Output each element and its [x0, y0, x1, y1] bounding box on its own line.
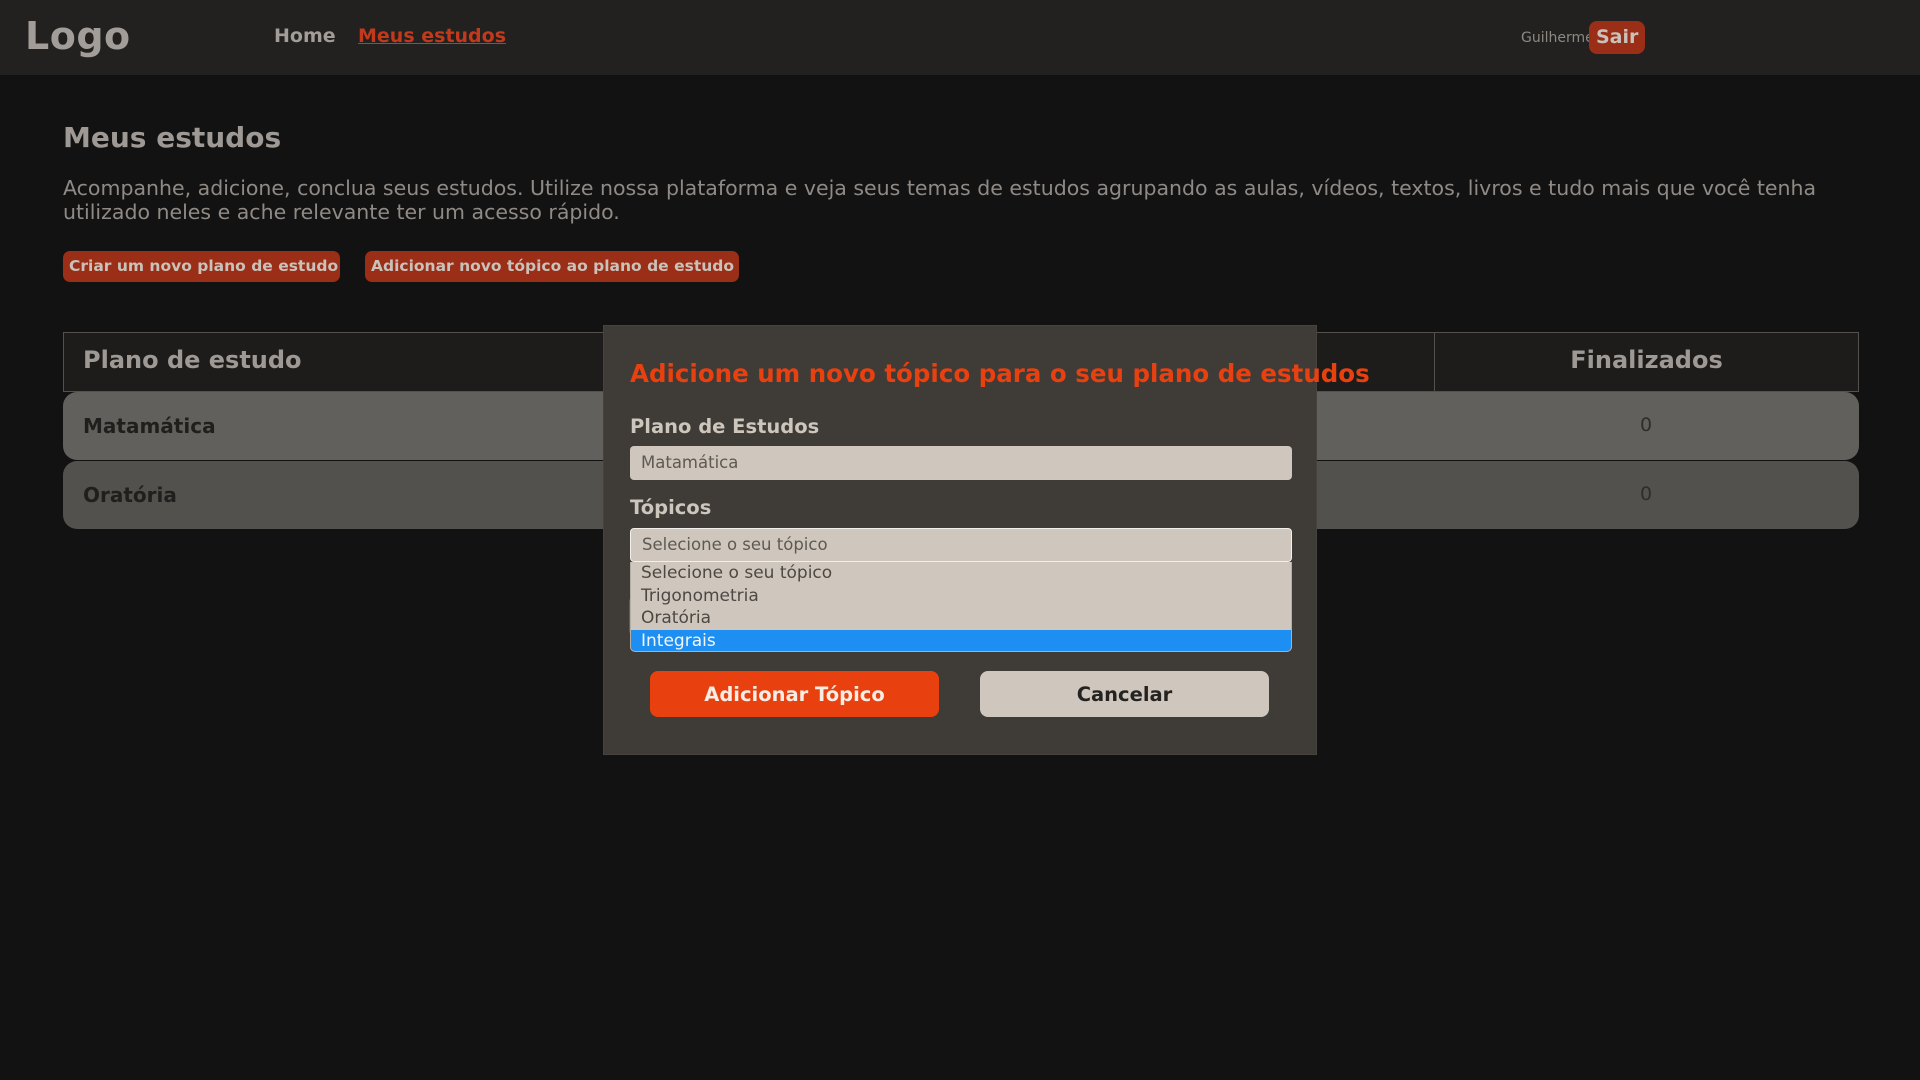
dropdown-option-highlighted[interactable]: Integrais [631, 629, 1291, 651]
dropdown-option[interactable]: Selecione o seu tópico [631, 562, 1291, 585]
column-header-plan: Plano de estudo [83, 346, 302, 374]
topics-select[interactable]: Selecione o seu tópico [630, 528, 1292, 562]
create-plan-button[interactable]: Criar um novo plano de estudo [63, 251, 340, 282]
row-plan-name: Oratória [83, 483, 177, 507]
plan-field-label: Plano de Estudos [630, 415, 820, 438]
user-name: Guilherme [1521, 30, 1594, 46]
top-navbar: Logo Home Meus estudos Guilherme Sair [0, 0, 1920, 75]
add-topic-submit-button[interactable]: Adicionar Tópico [650, 671, 939, 717]
dropdown-option[interactable]: Trigonometria [631, 585, 1291, 608]
logo[interactable]: Logo [25, 14, 131, 58]
topics-dropdown-list: Selecione o seu tópico Trigonometria Ora… [630, 562, 1292, 652]
row-plan-name: Matamática [83, 414, 216, 438]
row-finished-count: 0 [1639, 483, 1653, 505]
column-header-finished: Finalizados [1570, 346, 1723, 374]
add-topic-button[interactable]: Adicionar novo tópico ao plano de estudo [365, 251, 739, 282]
nav-home[interactable]: Home [274, 25, 336, 47]
modal-title: Adicione um novo tópico para o seu plano… [630, 359, 1370, 388]
page-title: Meus estudos [63, 121, 282, 154]
nav-meus-estudos[interactable]: Meus estudos [358, 25, 506, 47]
page-intro: Acompanhe, adicione, conclua seus estudo… [63, 176, 1817, 224]
logout-button[interactable]: Sair [1589, 21, 1646, 54]
add-topic-modal: Adicione um novo tópico para o seu plano… [604, 326, 1370, 754]
row-finished-count: 0 [1639, 414, 1653, 436]
plan-field[interactable]: Matamática [630, 446, 1292, 480]
cancel-button[interactable]: Cancelar [980, 671, 1269, 717]
dropdown-option[interactable]: Oratória [631, 607, 1291, 630]
topics-field-label: Tópicos [630, 496, 712, 519]
